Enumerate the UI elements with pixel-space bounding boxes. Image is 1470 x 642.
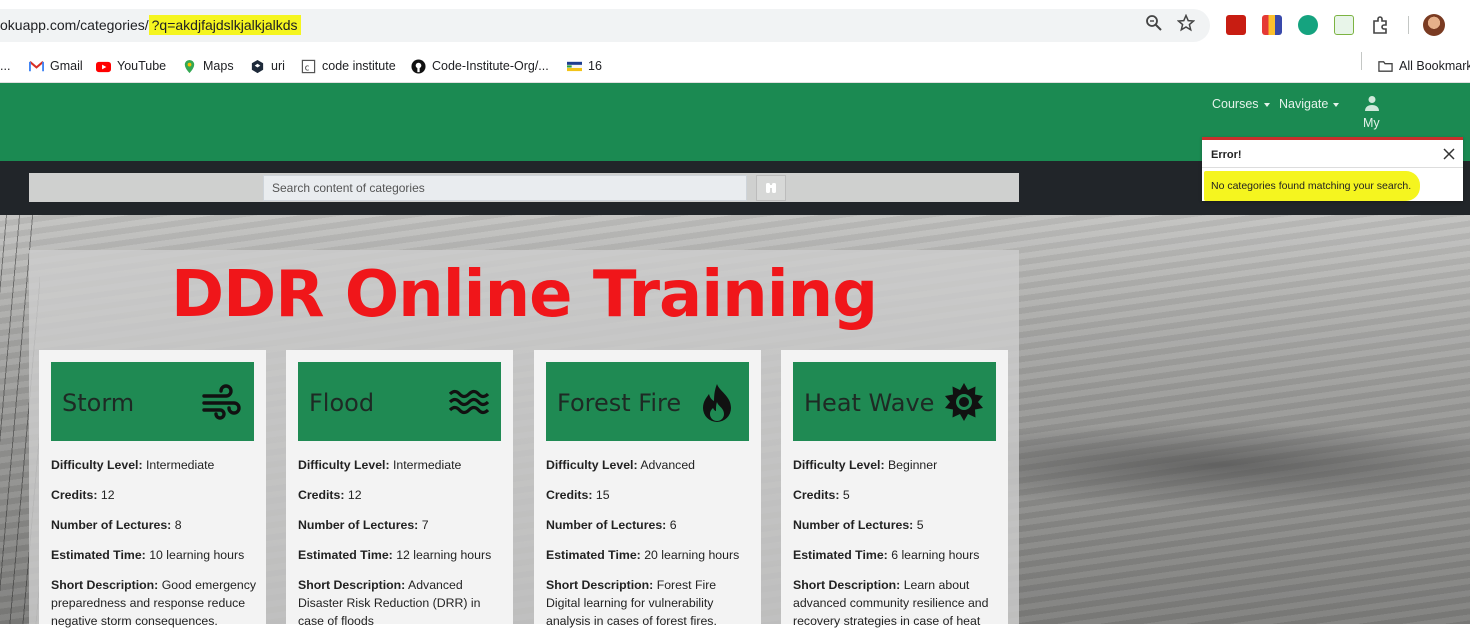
lectures-value: 7 (421, 518, 429, 532)
card-header: Flood (298, 362, 501, 441)
extensions-puzzle-icon[interactable] (1370, 15, 1390, 35)
my-account-link[interactable]: My (1363, 116, 1380, 130)
bookmark-16[interactable]: 16 (567, 55, 602, 77)
category-card-flood[interactable]: Flood Difficulty Level: Intermediate Cre… (286, 350, 513, 628)
maps-icon (184, 59, 195, 73)
time-value: 10 learning hours (149, 548, 245, 562)
credits-value: 12 (347, 488, 362, 502)
lectures-value: 8 (174, 518, 182, 532)
sheets-extension-icon[interactable] (1334, 15, 1354, 35)
bookmark-maps[interactable]: Maps (182, 55, 234, 77)
page-title: DDR Online Training (170, 258, 878, 332)
zoom-icon[interactable] (1143, 14, 1165, 36)
acrobat-extension-icon[interactable] (1226, 15, 1246, 35)
search-button[interactable] (756, 175, 786, 201)
toast-divider (1202, 167, 1463, 168)
difficulty-value: Intermediate (392, 458, 462, 472)
gmail-icon (29, 60, 44, 71)
bookmark-youtube[interactable]: YouTube (96, 55, 166, 77)
card-title: Storm (62, 389, 135, 417)
bookmarks-bar: ... Gmail YouTube Maps uri c code instit… (0, 50, 1470, 83)
credits-value: 12 (100, 488, 115, 502)
all-bookmarks-folder[interactable]: All Bookmarks (1378, 55, 1470, 77)
youtube-icon (96, 61, 111, 72)
lectures-value: 5 (916, 518, 924, 532)
chevron-down-icon (1263, 102, 1270, 107)
binoculars-icon (766, 183, 776, 193)
url-query-highlight: ?q=akdjfajdslkjalkjalkds (148, 15, 301, 35)
time-value: 12 learning hours (396, 548, 492, 562)
category-card-heat-wave[interactable]: Heat Wave Difficulty Level: Beginner Cre… (781, 350, 1008, 628)
url-prefix: okuapp.com/categories/ (0, 17, 149, 33)
time-value: 20 learning hours (644, 548, 740, 562)
navigate-dropdown[interactable]: Navigate (1279, 97, 1340, 111)
difficulty-value: Advanced (640, 458, 696, 472)
uri-icon (251, 59, 264, 73)
toolbar-separator (1408, 16, 1409, 34)
card-details: Difficulty Level: Intermediate Credits: … (51, 458, 257, 628)
bookmarks-separator (1361, 52, 1362, 70)
card-details: Difficulty Level: Advanced Credits: 15 N… (546, 458, 740, 628)
chevron-down-icon (1333, 102, 1340, 107)
lectures-value: 6 (669, 518, 677, 532)
toast-title: Error! (1211, 149, 1242, 161)
folder-icon (1378, 60, 1393, 72)
user-icon[interactable] (1364, 95, 1380, 111)
profile-avatar[interactable] (1423, 14, 1445, 36)
bookmark-overflow[interactable]: ... (0, 55, 10, 77)
toast-message-highlight: No categories found matching your search… (1204, 171, 1420, 201)
time-value: 6 learning hours (891, 548, 980, 562)
credits-value: 15 (595, 488, 610, 502)
fire-icon (703, 384, 731, 422)
svg-text:c: c (305, 62, 310, 72)
error-toast: Error! No categories found matching your… (1202, 137, 1463, 201)
waves-icon (449, 389, 489, 415)
grammarly-extension-icon[interactable] (1298, 15, 1318, 35)
card-details: Difficulty Level: Intermediate Credits: … (298, 458, 492, 628)
bookmark-star-icon[interactable] (1175, 13, 1197, 36)
browser-toolbar: okuapp.com/categories/?q=akdjfajdslkjalk… (0, 0, 1470, 50)
sun-icon (945, 383, 983, 421)
card-header: Storm (51, 362, 254, 441)
category-card-forest-fire[interactable]: Forest Fire Difficulty Level: Advanced C… (534, 350, 761, 628)
wind-icon (202, 384, 241, 420)
search-input[interactable] (263, 175, 747, 201)
card-title: Flood (309, 389, 375, 417)
bookmark-uri[interactable]: uri (250, 55, 285, 77)
color-extension-icon[interactable] (1262, 15, 1282, 35)
difficulty-value: Beginner (887, 458, 938, 472)
toast-message: No categories found matching your search… (1211, 180, 1412, 192)
bookmark-github[interactable]: Code-Institute-Org/... (411, 55, 549, 77)
url-text[interactable]: okuapp.com/categories/?q=akdjfajdslkjalk… (0, 15, 301, 35)
card-title: Heat Wave (804, 389, 935, 417)
card-header: Heat Wave (793, 362, 996, 441)
courses-dropdown[interactable]: Courses (1212, 97, 1270, 111)
close-icon[interactable] (1441, 146, 1457, 162)
category-card-storm[interactable]: Storm Difficulty Level: Intermediate Cre… (39, 350, 266, 628)
code-institute-icon: c (301, 59, 316, 73)
credits-value: 5 (842, 488, 850, 502)
card-title: Forest Fire (557, 389, 682, 417)
difficulty-value: Intermediate (145, 458, 215, 472)
card-header: Forest Fire (546, 362, 749, 441)
card-details: Difficulty Level: Beginner Credits: 5 Nu… (793, 458, 989, 628)
github-icon (411, 58, 426, 74)
flag-icon (567, 61, 582, 71)
bookmark-gmail[interactable]: Gmail (29, 55, 83, 77)
bookmark-code-institute[interactable]: c code institute (301, 55, 396, 77)
